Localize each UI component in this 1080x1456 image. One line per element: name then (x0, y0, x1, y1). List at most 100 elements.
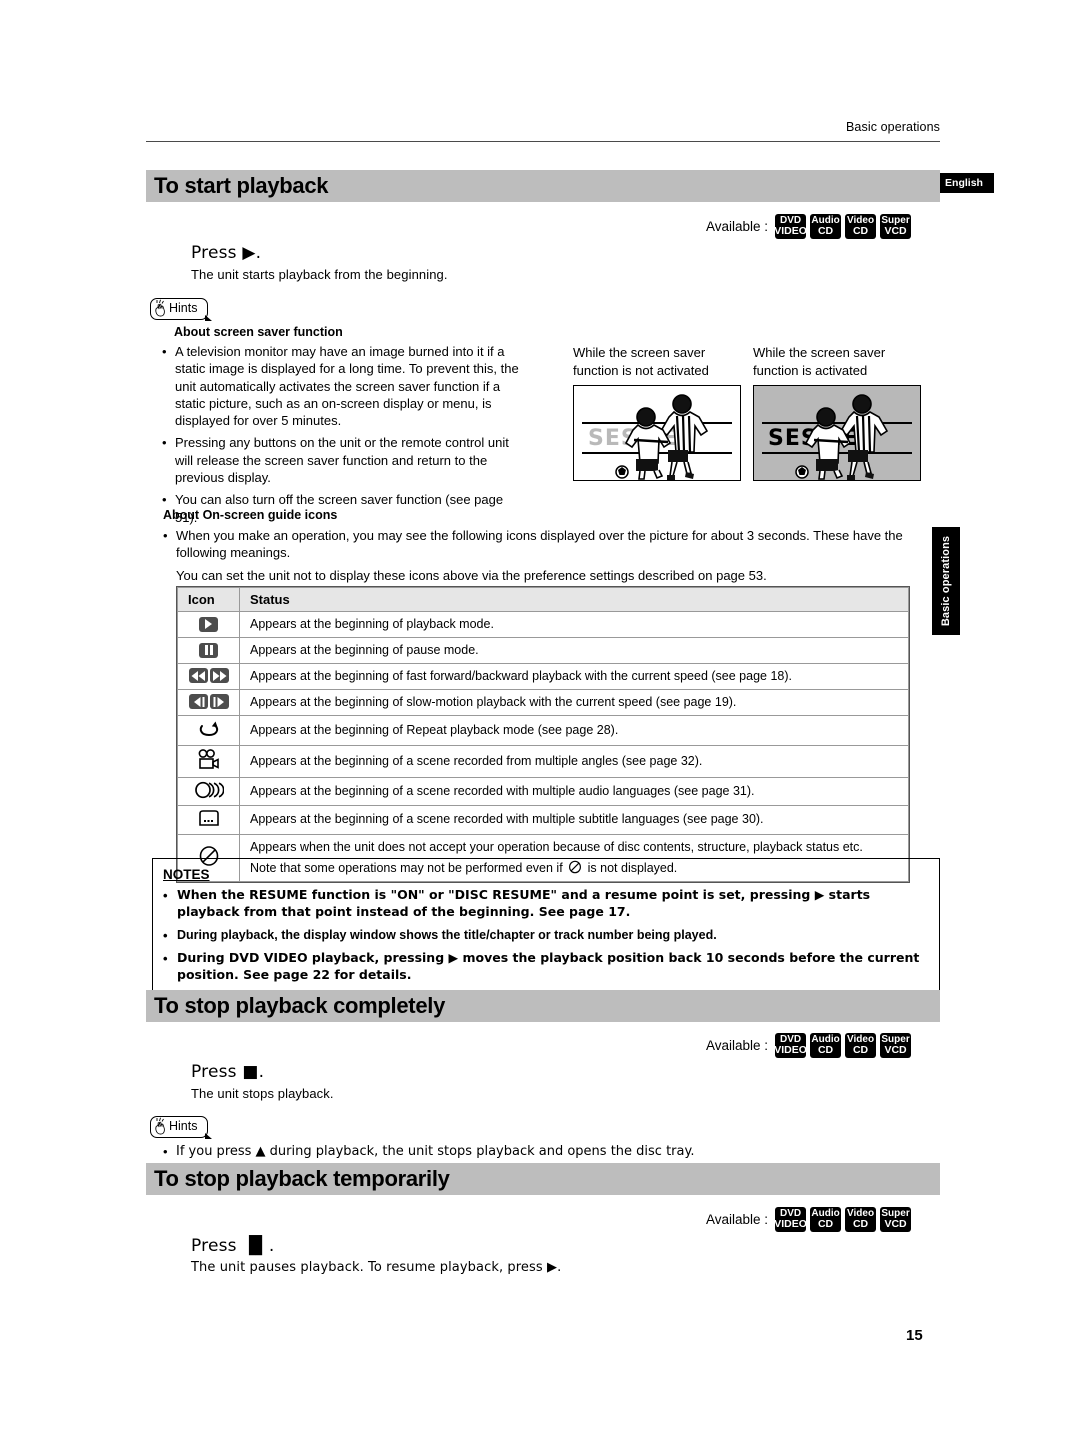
fast-forward-icon (209, 668, 229, 684)
table-row: Appears at the beginning of fast forward… (177, 662, 909, 690)
notes-title: NOTES (163, 867, 210, 882)
cell-icon (177, 688, 240, 716)
header-rule (146, 141, 940, 142)
press-description: The unit stops playback. (191, 1086, 334, 1101)
badge-line2: CD (817, 225, 834, 238)
badge-line2: CD (852, 225, 869, 238)
super-vcd-badge: Super VCD (880, 1207, 912, 1232)
pointing-hand-icon (155, 299, 165, 317)
side-tab-label: Basic operations (940, 535, 952, 627)
bullet-list-stop-hint: • If you press ▲ during playback, the un… (163, 1143, 923, 1165)
guide-icon-table: Icon Status Appears at the beginning of … (176, 586, 910, 884)
cell-status: Appears at the beginning of a scene reco… (239, 776, 909, 806)
available-label: Available : (706, 219, 769, 234)
list-item: • When the RESUME function is "ON" or "D… (163, 887, 929, 921)
list-item-text: A television monitor may have an image b… (175, 344, 519, 429)
available-label: Available : (706, 1212, 769, 1227)
cell-status: Appears at the beginning of playback mod… (239, 611, 909, 638)
dvd-video-badge: DVD VIDEO (774, 1033, 807, 1058)
hints-bubble-tail (205, 1133, 212, 1139)
cell-status: Appears at the beginning of a scene reco… (239, 744, 909, 778)
cell-status: Appears at the beginning of Repeat playb… (239, 714, 909, 746)
guide-icons-paragraph: You can set the unit not to display thes… (176, 567, 767, 583)
section-heading-stop-playback: To stop playback completely (146, 990, 940, 1022)
illustration-screen-saver-active: While the screen saver function is activ… (753, 344, 923, 482)
badge-line2: VCD (884, 1044, 907, 1057)
table-row: Appears at the beginning of playback mod… (177, 611, 909, 638)
cell-icon (177, 714, 240, 746)
repeat-icon (199, 721, 218, 736)
pause-icon (199, 642, 218, 658)
available-label: Available : (706, 1038, 769, 1053)
list-item-text: During playback, the display window show… (177, 927, 717, 942)
list-item-text: When the RESUME function is "ON" or "DIS… (177, 887, 871, 919)
bullet-dot: • (163, 1144, 168, 1159)
badge-line2: CD (852, 1218, 869, 1231)
available-row-stop: Available : DVD VIDEO Audio CD Video CD … (706, 1033, 912, 1058)
subtitle-icon (198, 809, 219, 826)
page-header: Basic operations (146, 120, 940, 142)
soccer-players-illustration (795, 394, 889, 481)
dvd-video-badge: DVD VIDEO (774, 1207, 807, 1232)
cell-icon (177, 636, 240, 664)
bullet-dot: • (163, 951, 168, 967)
cell-status: Appears at the beginning of a scene reco… (239, 804, 909, 835)
cell-status: Appears at the beginning of pause mode. (239, 636, 909, 664)
multi-audio-icon (194, 781, 224, 798)
bullet-list-guide-icons: • When you make an operation, you may se… (163, 527, 923, 584)
table-header-row: Icon Status (177, 587, 909, 612)
bullet-dot: • (162, 435, 167, 451)
notes-box: NOTES • When the RESUME function is "ON"… (152, 858, 940, 996)
list-item-text: During DVD VIDEO playback, pressing ▶ mo… (177, 950, 920, 983)
status-line-1: Appears when the unit does not accept yo… (250, 839, 863, 854)
disc-badge-group: DVD VIDEO Audio CD Video CD Super VCD (774, 214, 912, 239)
slow-backward-icon (188, 694, 208, 710)
badge-line2: VCD (884, 1218, 907, 1231)
press-line: Press ▶. (191, 243, 262, 263)
section-title: To stop playback temporarily (154, 1166, 450, 1191)
list-item: • If you press ▲ during playback, the un… (163, 1143, 923, 1160)
list-item-text: When you make an operation, you may see … (176, 528, 903, 561)
available-row-pause: Available : DVD VIDEO Audio CD Video CD … (706, 1207, 912, 1232)
badge-line2: VIDEO (774, 1044, 807, 1057)
language-tab-label: English (945, 177, 983, 189)
bullet-dot: • (163, 888, 168, 903)
badge-line2: CD (852, 1044, 869, 1057)
dvd-video-badge: DVD VIDEO (774, 214, 807, 239)
column-header-icon: Icon (177, 587, 240, 612)
press-instruction-pause: Press ▐▌. The unit pauses playback. To r… (191, 1236, 561, 1275)
super-vcd-badge: Super VCD (880, 1033, 912, 1058)
multi-angle-camera-icon (198, 748, 219, 769)
section-title: To start playback (154, 173, 329, 198)
table-row: Appears at the beginning of a scene reco… (177, 776, 909, 806)
super-vcd-badge: Super VCD (880, 214, 912, 239)
video-cd-badge: Video CD (845, 1033, 877, 1058)
press-description: The unit starts playback from the beginn… (191, 267, 448, 282)
side-tab-basic-operations: Basic operations (932, 527, 960, 635)
available-row-start: Available : DVD VIDEO Audio CD Video CD … (706, 214, 912, 239)
hints-badge-stop: Hints (150, 1116, 212, 1140)
list-item: • A television monitor may have an image… (162, 343, 524, 429)
badge-line2: VIDEO (774, 225, 807, 238)
list-item-text: If you press ▲ during playback, the unit… (176, 1144, 695, 1159)
slow-motion-icon (188, 694, 230, 710)
cell-icon (177, 611, 240, 638)
section-title: To stop playback completely (154, 993, 446, 1018)
badge-line2: VIDEO (774, 1218, 807, 1231)
language-tab: English (934, 173, 994, 193)
play-icon (199, 616, 218, 632)
bullet-dot: • (163, 927, 168, 943)
illustration-caption: While the screen saver function is not a… (573, 345, 709, 378)
cell-icon (177, 804, 240, 835)
header-title: Basic operations (845, 120, 940, 134)
list-item: • During DVD VIDEO playback, pressing ▶ … (163, 950, 929, 984)
video-cd-badge: Video CD (845, 1207, 877, 1232)
rewind-icon (188, 668, 208, 684)
section-heading-pause-playback: To stop playback temporarily (146, 1163, 940, 1195)
bullet-dot: • (162, 344, 167, 359)
hints-badge-screen-saver: Hints (150, 298, 212, 322)
bullet-dot: • (163, 528, 168, 543)
illustration-caption: While the screen saver function is activ… (753, 345, 886, 378)
bullet-list-screen-saver: • A television monitor may have an image… (162, 343, 524, 531)
press-instruction-stop: Press ■. The unit stops playback. (191, 1062, 334, 1101)
